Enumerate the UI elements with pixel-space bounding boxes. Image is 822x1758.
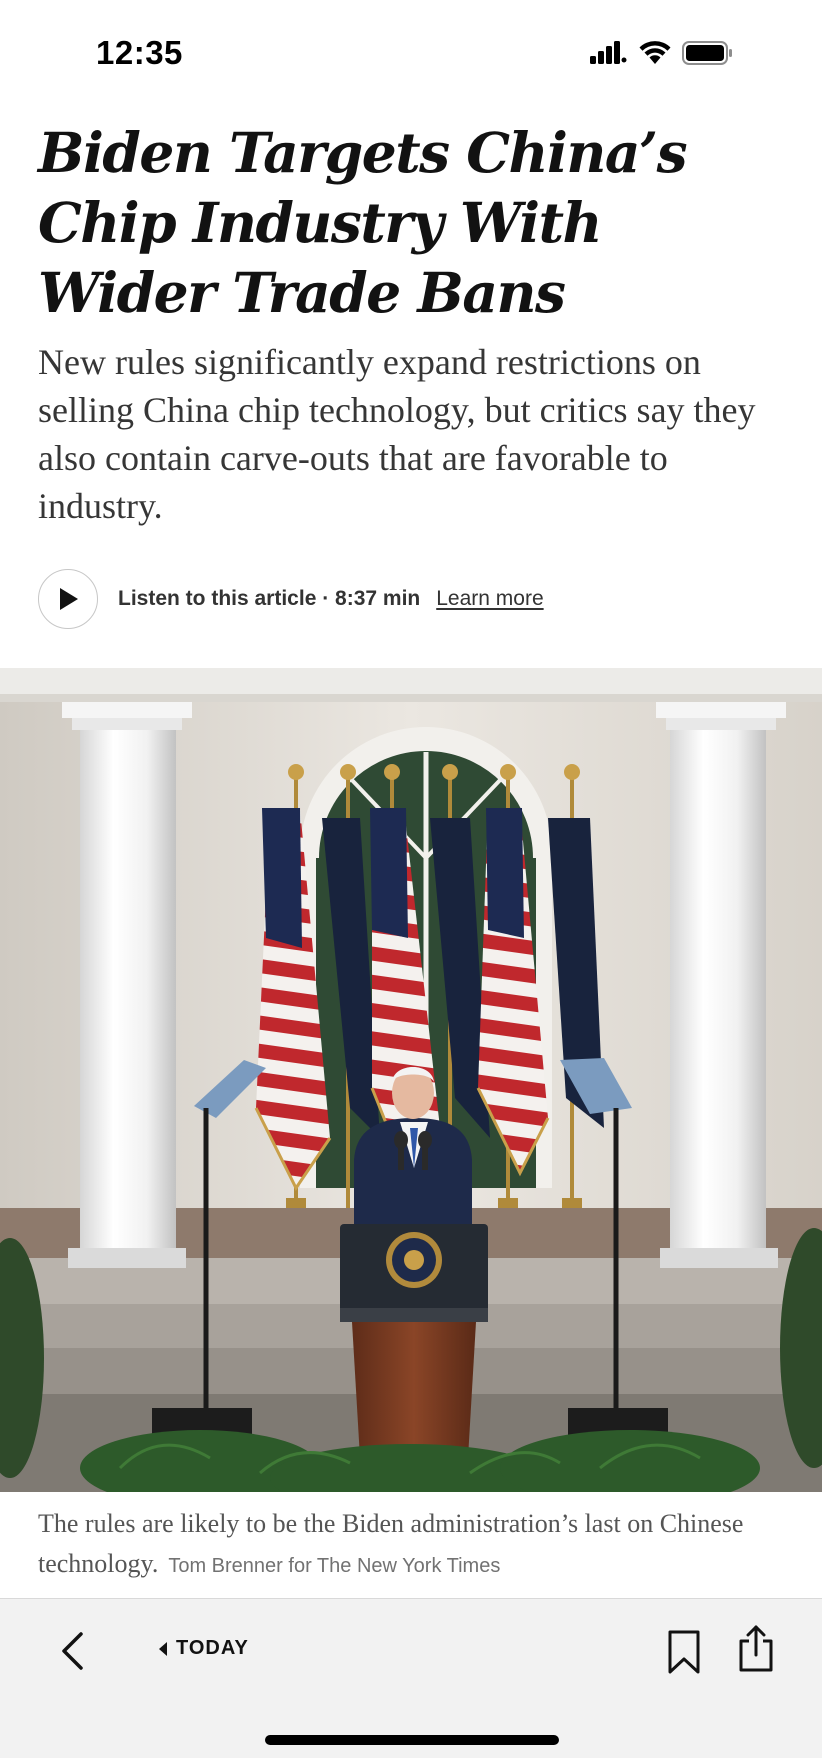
image-caption: The rules are likely to be the Biden adm… [38,1506,798,1586]
photo-credit: Tom Brenner for The New York Times [168,1555,501,1577]
play-icon [60,588,78,610]
article-headline: Biden Targets China’s Chip Industry With… [38,120,688,325]
wifi-icon [639,41,671,64]
article-summary: New rules significantly expand restricti… [38,342,756,526]
home-indicator[interactable] [265,1735,559,1745]
status-time: 12:35 [96,34,183,71]
listen-label: Listen to this article · 8:37 min [118,587,421,610]
learn-more-link[interactable]: Learn more [436,587,543,611]
share-button[interactable] [736,1623,776,1673]
status-icons [590,40,734,66]
today-section-button[interactable]: TODAY [158,1637,249,1660]
listen-row: Listen to this article · 8:37 min Learn … [38,568,544,630]
cellular-signal-icon [590,41,627,64]
back-button[interactable] [52,1629,92,1673]
bookmark-button[interactable] [664,1629,704,1675]
article-hero-image [0,668,822,1492]
caret-left-icon [159,1641,167,1656]
chevron-left-icon [62,1632,83,1670]
today-label: TODAY [176,1637,249,1659]
battery-icon [682,41,732,65]
play-button[interactable] [38,569,98,629]
bottom-toolbar: TODAY [0,1598,822,1758]
share-icon [739,1625,773,1672]
status-bar: 12:35 [0,0,822,110]
left-column [62,702,192,1268]
bookmark-icon [668,1630,700,1674]
